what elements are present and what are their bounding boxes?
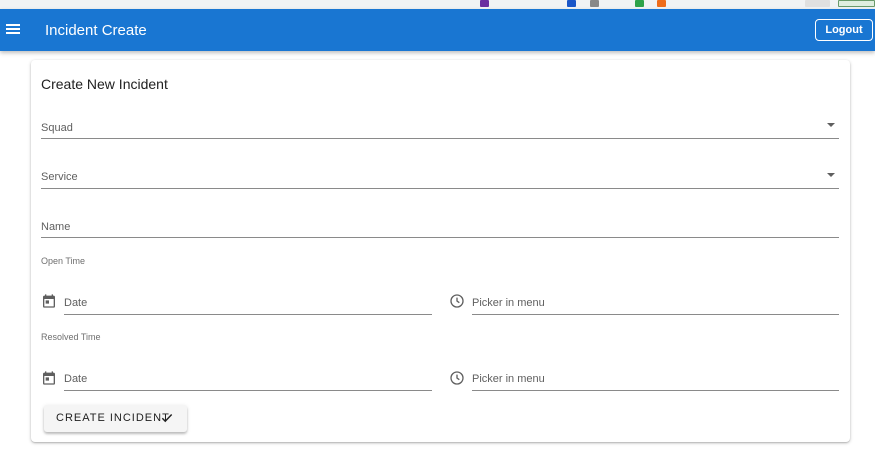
calendar-icon[interactable] [41,293,57,309]
browser-button[interactable] [838,0,875,7]
resolved-time-picker-label: Picker in menu [472,373,545,385]
name-label: Name [41,221,71,233]
extension-icon[interactable] [590,0,599,7]
browser-tab-fragment [0,0,300,6]
browser-button[interactable] [805,0,830,7]
dropdown-arrow-icon[interactable] [827,173,835,177]
open-time-picker[interactable]: Picker in menu [472,292,839,315]
resolved-date-label: Date [64,373,88,385]
browser-toolbar-fragment [0,0,875,9]
incident-form-card: Create New Incident Squad Service Name O… [31,60,850,442]
logout-button[interactable]: Logout [815,19,873,41]
dropdown-arrow-icon[interactable] [827,123,835,127]
calendar-icon[interactable] [41,370,57,386]
menu-icon[interactable] [6,21,22,37]
resolved-time-picker[interactable]: Picker in menu [472,368,839,391]
page-title: Incident Create [45,22,147,39]
create-incident-label: CREATE INCIDENT [56,412,170,424]
open-date-field[interactable]: Date [64,292,432,315]
squad-label: Squad [41,122,73,134]
create-incident-button[interactable]: CREATE INCIDENT [44,405,187,432]
extension-icon[interactable] [480,0,489,7]
service-select[interactable]: Service [41,166,839,189]
open-date-label: Date [64,297,88,309]
check-icon [161,413,173,423]
resolved-time-label: Resolved Time [41,332,101,342]
extension-icon[interactable] [567,0,576,7]
clock-icon[interactable] [449,293,465,309]
app-bar: Incident Create Logout [0,9,875,51]
open-time-picker-label: Picker in menu [472,297,545,309]
resolved-date-field[interactable]: Date [64,368,432,391]
clock-icon[interactable] [449,370,465,386]
squad-select[interactable]: Squad [41,116,839,139]
extension-icon[interactable] [635,0,644,7]
extension-icon[interactable] [657,0,666,7]
form-title: Create New Incident [41,76,168,92]
open-time-label: Open Time [41,256,86,266]
name-field[interactable]: Name [41,215,839,238]
service-label: Service [41,171,78,183]
